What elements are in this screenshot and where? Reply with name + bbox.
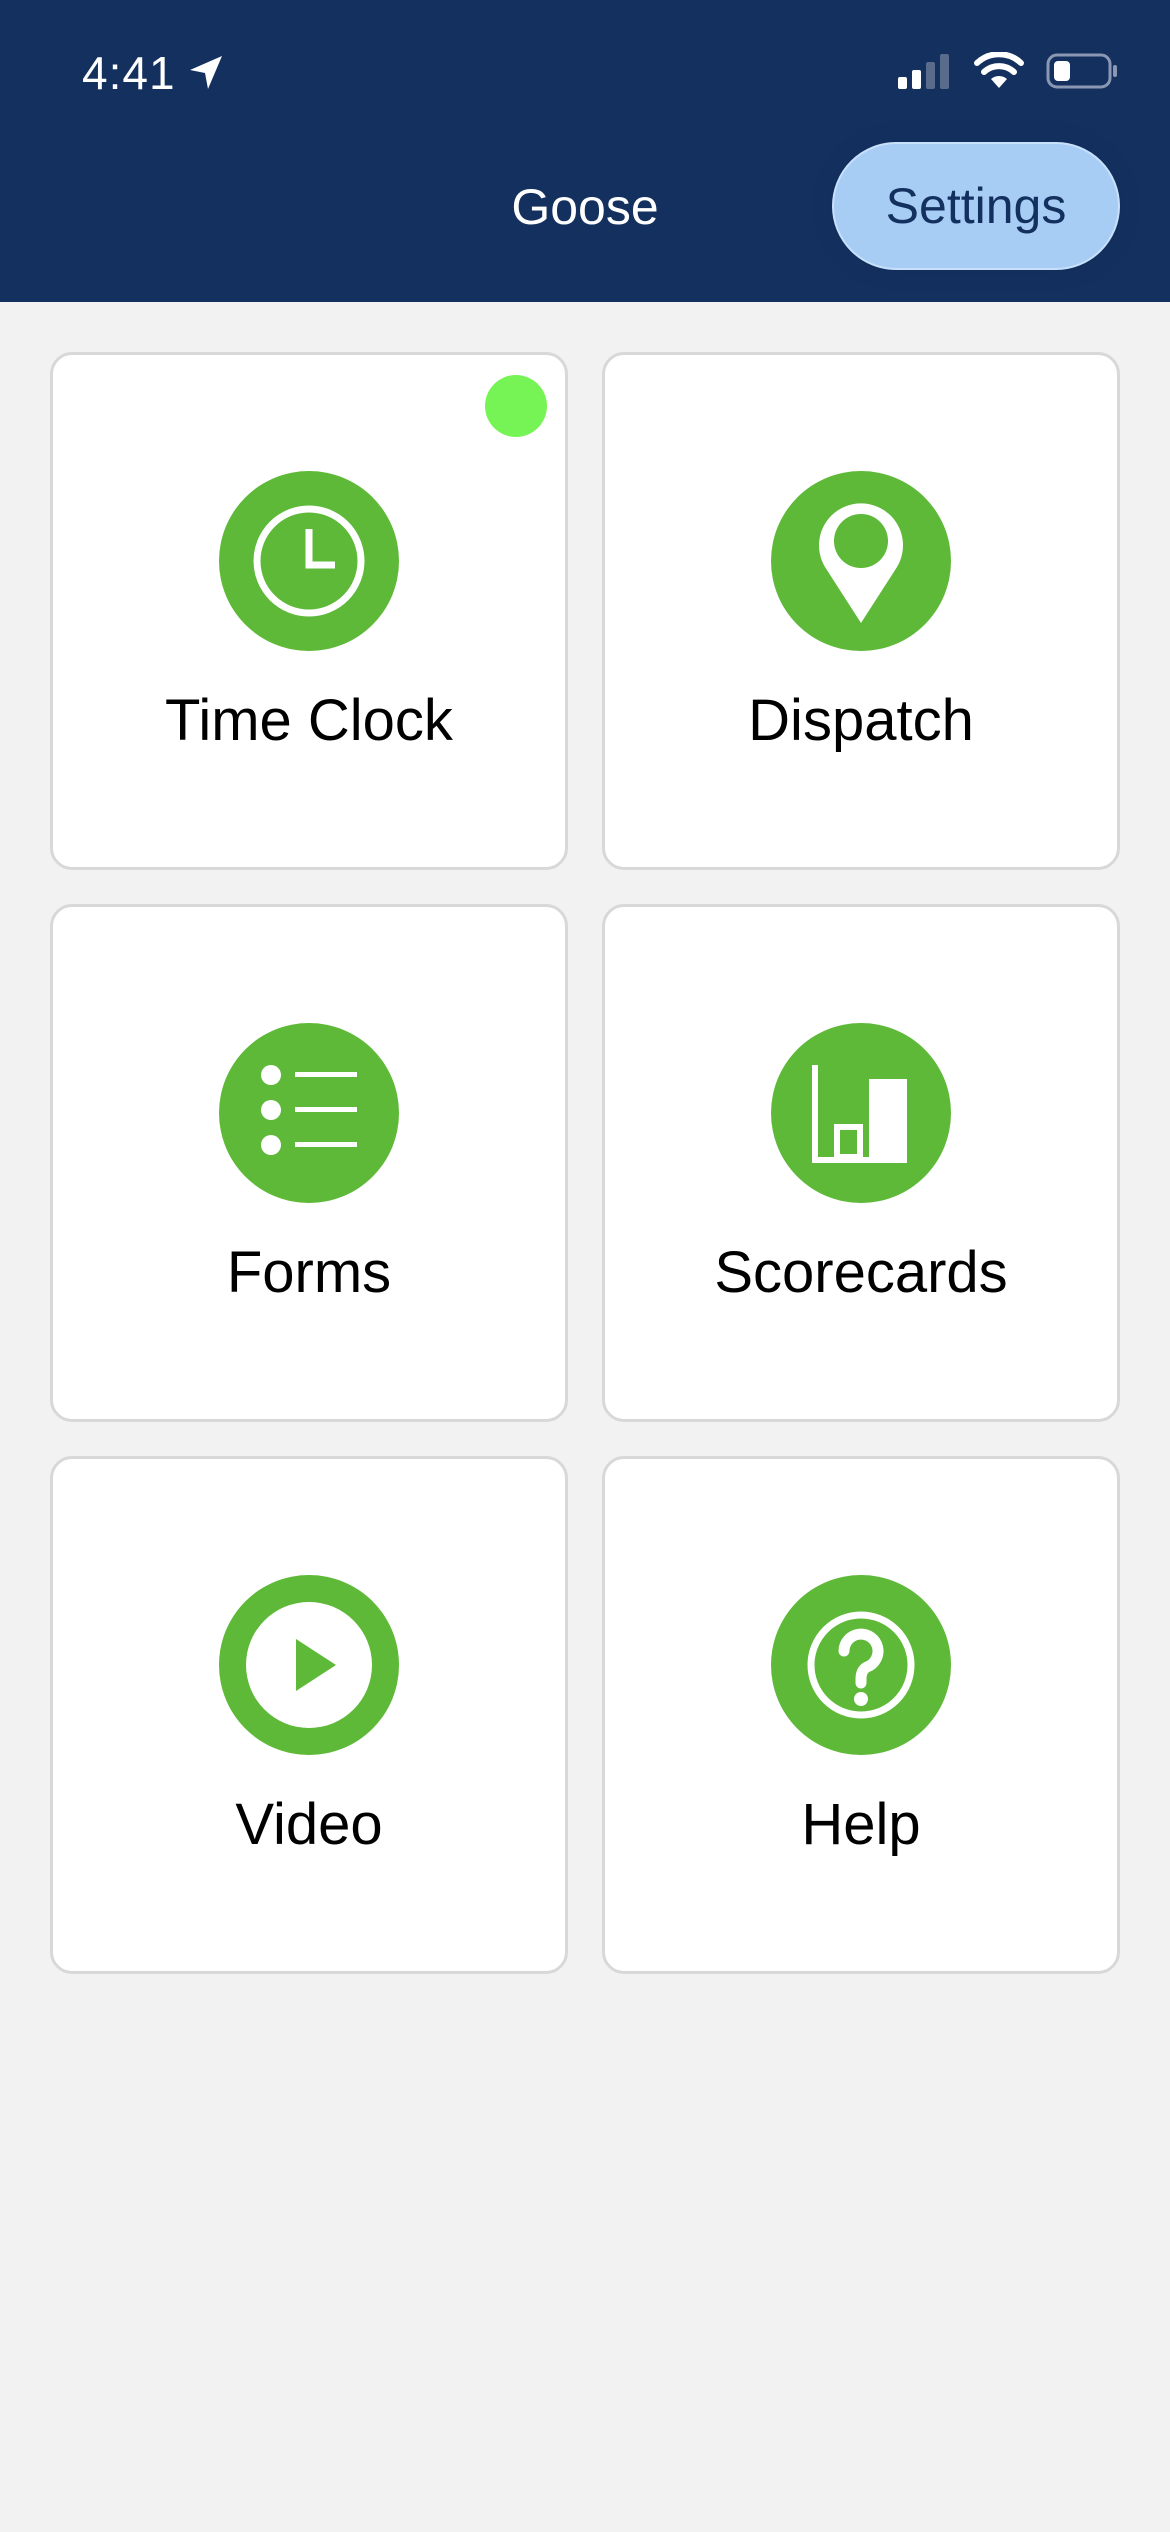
- map-pin-icon: [771, 471, 951, 651]
- list-icon: [219, 1023, 399, 1203]
- settings-button[interactable]: Settings: [832, 142, 1120, 270]
- status-bar-time: 4:41: [82, 46, 226, 100]
- tile-label: Help: [801, 1792, 921, 1857]
- question-icon: [771, 1575, 951, 1755]
- status-time-text: 4:41: [82, 47, 176, 99]
- tile-forms[interactable]: Forms: [50, 904, 568, 1422]
- tile-video[interactable]: Video: [50, 1456, 568, 1974]
- tile-scorecards[interactable]: Scorecards: [602, 904, 1120, 1422]
- tile-label: Forms: [226, 1240, 392, 1305]
- tile-help[interactable]: Help: [602, 1456, 1120, 1974]
- play-icon: [219, 1575, 399, 1755]
- location-arrow-icon: [186, 53, 226, 93]
- app-header: 4:41 Goose Settings: [0, 0, 1170, 302]
- tile-label: Dispatch: [748, 688, 974, 753]
- feature-grid: Time Clock Dispatch Forms Scorecards Vid…: [50, 352, 1120, 1974]
- tile-label: Scorecards: [714, 1240, 1008, 1305]
- status-bar-indicators: [898, 51, 1118, 95]
- status-indicator-dot: [485, 375, 547, 437]
- wifi-icon: [974, 51, 1024, 95]
- tile-time-clock[interactable]: Time Clock: [50, 352, 568, 870]
- tile-label: Video: [235, 1792, 383, 1857]
- cellular-signal-icon: [898, 53, 952, 94]
- clock-icon: [219, 471, 399, 651]
- tile-dispatch[interactable]: Dispatch: [602, 352, 1120, 870]
- bar-chart-icon: [771, 1023, 951, 1203]
- tile-label: Time Clock: [165, 688, 453, 753]
- battery-icon: [1046, 52, 1118, 95]
